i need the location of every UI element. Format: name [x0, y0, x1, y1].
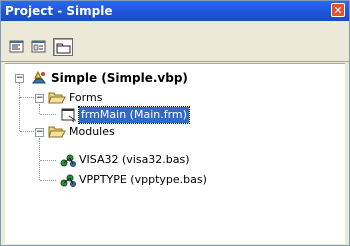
toggle-folders-button[interactable] — [53, 38, 73, 56]
module-icon — [60, 154, 76, 167]
view-code-button[interactable] — [7, 38, 27, 56]
tree-node-forms[interactable]: − Forms — [31, 90, 231, 106]
form-icon — [61, 108, 77, 122]
view-code-icon — [9, 40, 24, 53]
tree-node-project[interactable]: − Simple (Simple.vbp) — [11, 70, 331, 86]
project-tree[interactable]: − Simple (Simple.vbp) − Forms frmMain (M… — [5, 63, 345, 244]
project-icon — [32, 70, 46, 84]
tree-line — [19, 98, 20, 131]
tree-line — [40, 160, 56, 161]
tree-node-form-main[interactable]: frmMain (Main.frm) — [57, 106, 257, 124]
tree-label: Simple (Simple.vbp) — [51, 71, 188, 85]
tree-node-module-vpptype[interactable]: VPPTYPE (vpptype.bas) — [57, 172, 317, 188]
tree-line — [39, 138, 40, 180]
tree-label: Forms — [69, 91, 103, 104]
tree-label: frmMain (Main.frm) — [78, 106, 190, 124]
toolbar — [1, 21, 349, 62]
tree-node-modules[interactable]: − Modules — [31, 124, 231, 140]
project-explorer-window: Project - Simple ✕ − Simple (Simple.vbp)… — [0, 0, 350, 246]
tree-node-module-visa32[interactable]: VISA32 (visa32.bas) — [57, 152, 297, 168]
collapse-toggle[interactable]: − — [15, 74, 24, 83]
tree-label: Modules — [69, 125, 115, 138]
tree-label: VISA32 (visa32.bas) — [79, 153, 190, 166]
collapse-toggle[interactable]: − — [35, 128, 44, 137]
close-icon: ✕ — [333, 4, 343, 17]
open-folder-icon — [48, 92, 66, 104]
tree-line — [40, 180, 56, 181]
tree-line — [40, 114, 56, 115]
open-folder-icon — [48, 126, 66, 138]
view-object-button[interactable] — [29, 38, 49, 56]
close-button[interactable]: ✕ — [331, 3, 345, 17]
collapse-toggle[interactable]: − — [35, 94, 44, 103]
folder-icon — [56, 43, 71, 54]
module-icon — [60, 174, 76, 187]
view-object-icon — [31, 40, 46, 53]
tree-label: VPPTYPE (vpptype.bas) — [79, 173, 207, 186]
title-bar[interactable]: Project - Simple ✕ — [1, 1, 349, 21]
window-title: Project - Simple — [5, 4, 113, 18]
